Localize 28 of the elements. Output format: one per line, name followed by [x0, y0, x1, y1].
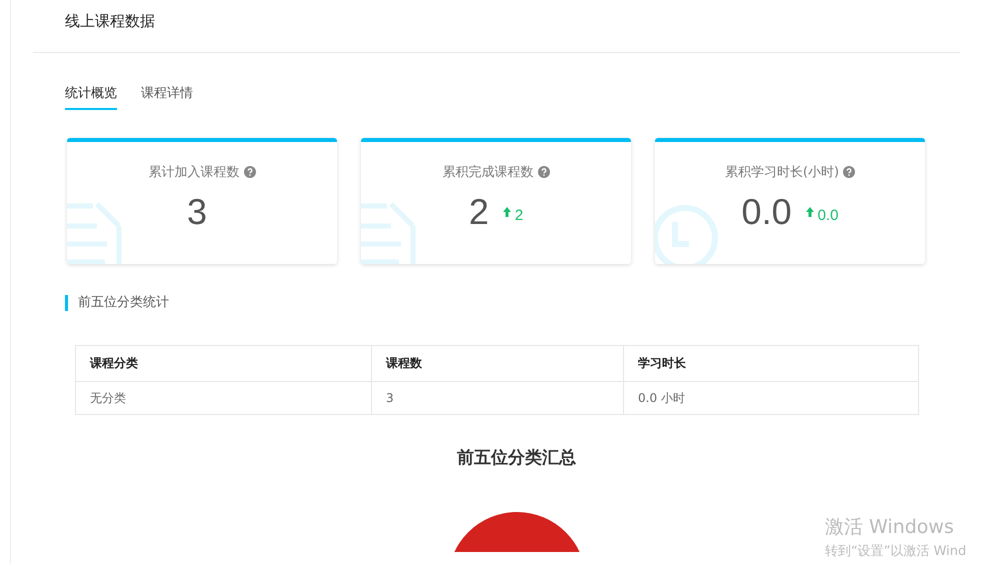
stat-label: 累积学习时长(小时)	[724, 164, 840, 181]
column-header: 课程分类	[76, 346, 372, 382]
help-icon[interactable]	[843, 166, 856, 178]
stat-value: 0.0	[742, 191, 792, 233]
column-header: 课程数	[372, 346, 624, 382]
stat-label: 累计加入课程数	[148, 164, 240, 181]
tab[interactable]: 课程详情	[141, 81, 193, 110]
watermark-title: 激活 Windows	[825, 515, 955, 540]
stat-change: 2	[514, 206, 524, 224]
stat-value: 2	[468, 191, 489, 233]
watermark-text: 转到“设置”以激活 Wind	[825, 543, 966, 560]
section-title: 前五位分类统计	[78, 295, 169, 310]
column-header: 学习时长	[624, 346, 918, 382]
stat-value: 3	[186, 191, 208, 233]
document-icon	[67, 200, 123, 264]
help-icon[interactable]	[244, 166, 256, 178]
up-arrow-icon	[502, 207, 511, 217]
up-arrow-icon	[806, 207, 814, 217]
table-cell: 3	[372, 382, 624, 414]
stat-change: 0.0	[818, 206, 838, 224]
document-icon	[361, 200, 417, 264]
table-cell: 无分类	[76, 382, 372, 414]
chart-title: 前五位分类汇总	[457, 448, 576, 468]
tab[interactable]: 统计概览	[65, 81, 117, 110]
page-title: 线上课程数据	[65, 12, 155, 30]
help-icon[interactable]	[538, 166, 550, 178]
table-cell: 0.0 小时	[624, 382, 918, 414]
stat-label: 累积完成课程数	[442, 164, 534, 181]
